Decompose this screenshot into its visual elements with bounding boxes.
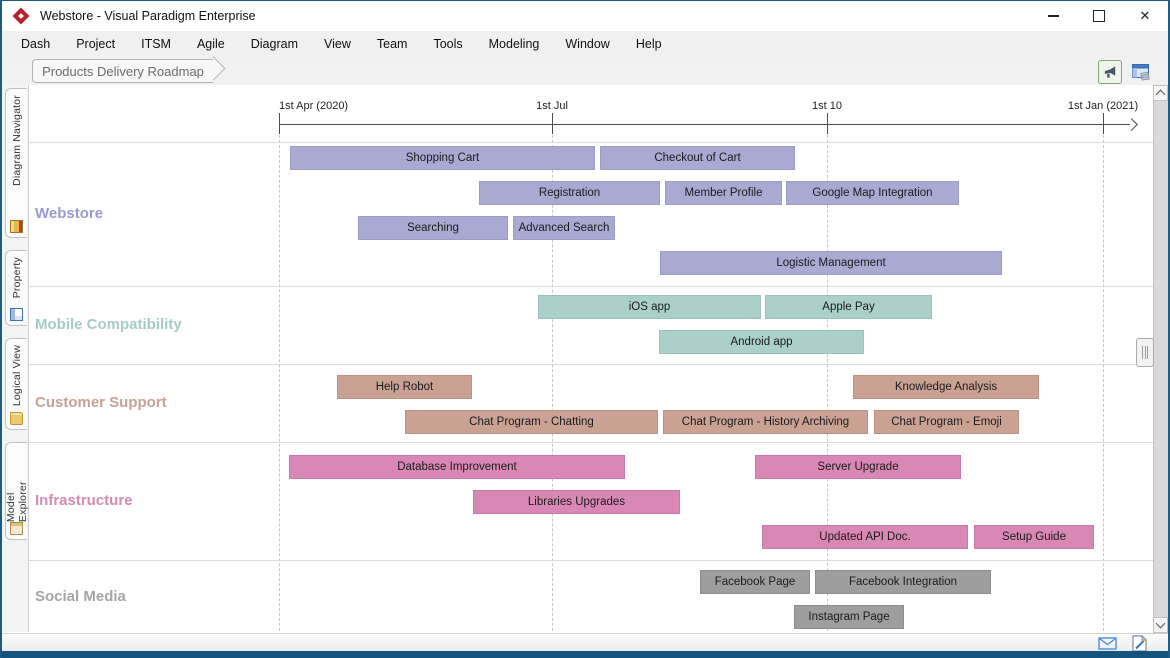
roadmap-section-label[interactable]: Infrastructure bbox=[35, 492, 133, 509]
roadmap-bar[interactable]: Shopping Cart bbox=[290, 146, 595, 170]
section-separator bbox=[29, 286, 1153, 287]
roadmap-bar[interactable]: Member Profile bbox=[665, 181, 782, 205]
roadmap-bar[interactable]: Knowledge Analysis bbox=[853, 375, 1039, 399]
roadmap-bar[interactable]: Server Upgrade bbox=[755, 455, 961, 479]
roadmap-bar[interactable]: Libraries Upgrades bbox=[473, 490, 680, 514]
roadmap-bar[interactable]: Logistic Management bbox=[660, 251, 1002, 275]
roadmap-bar[interactable]: Searching bbox=[358, 216, 508, 240]
scroll-up-icon[interactable] bbox=[1153, 85, 1168, 101]
section-separator bbox=[29, 442, 1153, 443]
roadmap-bar[interactable]: Apple Pay bbox=[765, 295, 932, 319]
status-bar bbox=[2, 633, 1168, 653]
roadmap-section-label[interactable]: Social Media bbox=[35, 588, 126, 605]
roadmap-bar[interactable]: Advanced Search bbox=[513, 216, 615, 240]
roadmap-bar[interactable]: Chat Program - Emoji bbox=[874, 410, 1019, 434]
timeline-gridline bbox=[1103, 135, 1104, 631]
roadmap-bar[interactable]: iOS app bbox=[538, 295, 761, 319]
roadmap-bar[interactable]: Database Improvement bbox=[289, 455, 625, 479]
section-separator bbox=[29, 142, 1153, 143]
roadmap-bar[interactable]: Facebook Page bbox=[700, 570, 810, 594]
roadmap-bar[interactable]: Android app bbox=[659, 330, 864, 354]
roadmap-canvas: 1st Apr (2020) 1st Jul 1st 10 1st Jan (2021… bbox=[2, 1, 1168, 658]
roadmap-bar[interactable]: Chat Program - History Archiving bbox=[663, 410, 868, 434]
scroll-down-icon[interactable] bbox=[1153, 617, 1168, 633]
roadmap-bar[interactable]: Instagram Page bbox=[794, 605, 904, 629]
window-bottom-edge bbox=[2, 651, 1168, 658]
timeline-gridline bbox=[552, 135, 553, 631]
roadmap-bar[interactable]: Registration bbox=[479, 181, 660, 205]
roadmap-bar[interactable]: Updated API Doc. bbox=[762, 525, 968, 549]
roadmap-section-label[interactable]: Customer Support bbox=[35, 394, 167, 411]
roadmap-bar[interactable]: Setup Guide bbox=[974, 525, 1094, 549]
timeline-gridline bbox=[827, 135, 828, 631]
timeline-tick-label: 1st Jul bbox=[492, 100, 612, 112]
roadmap-bar[interactable]: Help Robot bbox=[337, 375, 472, 399]
roadmap-section-label[interactable]: Webstore bbox=[35, 205, 103, 222]
section-separator bbox=[29, 560, 1153, 561]
vertical-scrollbar-thumb[interactable] bbox=[1136, 338, 1154, 367]
roadmap-bar[interactable]: Chat Program - Chatting bbox=[405, 410, 658, 434]
timeline-tick-label: 1st Apr (2020) bbox=[279, 100, 348, 112]
roadmap-bar[interactable]: Google Map Integration bbox=[786, 181, 959, 205]
roadmap-bar[interactable]: Checkout of Cart bbox=[600, 146, 795, 170]
vertical-scrollbar-track[interactable] bbox=[1153, 85, 1169, 633]
timeline-tick-label: 1st Jan (2021) bbox=[1043, 100, 1163, 112]
roadmap-bar[interactable]: Facebook Integration bbox=[815, 570, 991, 594]
timeline-tick-label: 1st 10 bbox=[767, 100, 887, 112]
section-separator bbox=[29, 364, 1153, 365]
app-window: Webstore - Visual Paradigm Enterprise ✕ … bbox=[0, 0, 1170, 658]
timeline-gridline bbox=[279, 135, 280, 631]
timeline-axis bbox=[279, 124, 1130, 125]
roadmap-section-label[interactable]: Mobile Compatibility bbox=[35, 316, 182, 333]
